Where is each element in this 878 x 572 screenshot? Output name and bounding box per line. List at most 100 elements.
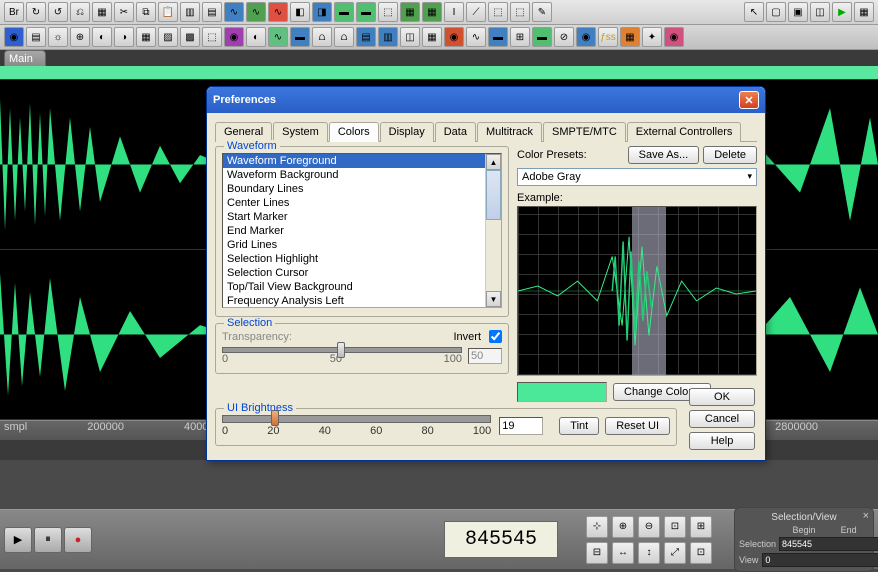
cancel-button[interactable]: Cancel xyxy=(689,410,755,428)
tool-btn[interactable]: ⬚ xyxy=(378,2,398,22)
view-begin-input[interactable] xyxy=(762,553,878,567)
tool-btn[interactable]: ◫ xyxy=(400,27,420,47)
copy-icon[interactable]: ⧉ xyxy=(136,2,156,22)
tool-btn[interactable]: ∿ xyxy=(224,2,244,22)
tool-btn-br[interactable]: Br xyxy=(4,2,24,22)
scrollbar[interactable]: ▲ ▼ xyxy=(485,154,501,307)
tool-btn[interactable]: ◐ xyxy=(246,27,266,47)
pencil-icon[interactable]: ✎ xyxy=(532,2,552,22)
close-icon[interactable]: × xyxy=(863,510,869,522)
tool-btn[interactable]: ◉ xyxy=(224,27,244,47)
text-cursor-icon[interactable]: I xyxy=(444,2,464,22)
list-item[interactable]: Waveform Background xyxy=(223,168,501,182)
tool-btn[interactable]: ◉ xyxy=(576,27,596,47)
tool-btn[interactable]: ▨ xyxy=(158,27,178,47)
tool-btn[interactable]: ∿ xyxy=(268,2,288,22)
tool-btn[interactable]: ƒss xyxy=(598,27,618,47)
tab-system[interactable]: System xyxy=(273,122,328,142)
tool-btn[interactable]: ⎌ xyxy=(70,2,90,22)
list-item[interactable]: End Marker xyxy=(223,224,501,238)
tool-btn[interactable]: ↻ xyxy=(26,2,46,22)
tool-btn[interactable]: ▬ xyxy=(334,2,354,22)
transparency-slider[interactable] xyxy=(222,347,462,353)
tool-btn[interactable]: ◫ xyxy=(810,2,830,22)
tool-btn[interactable]: ⊘ xyxy=(554,27,574,47)
tool-btn[interactable]: ☼ xyxy=(48,27,68,47)
tool-btn[interactable]: ▩ xyxy=(180,27,200,47)
tab-multitrack[interactable]: Multitrack xyxy=(477,122,542,142)
tool-btn[interactable]: ∿ xyxy=(268,27,288,47)
tool-btn[interactable]: ⬚ xyxy=(510,2,530,22)
list-item[interactable]: Selection Highlight xyxy=(223,252,501,266)
tool-btn[interactable]: ▦ xyxy=(422,27,442,47)
brightness-slider[interactable] xyxy=(222,415,491,423)
zoom-fit-icon[interactable]: ⊡ xyxy=(664,516,686,538)
tool-btn[interactable]: ▬ xyxy=(290,27,310,47)
tool-btn[interactable]: ⩍ xyxy=(312,27,332,47)
tool-btn[interactable]: ⊡ xyxy=(690,542,712,564)
help-button[interactable]: Help xyxy=(689,432,755,450)
waveform-listbox[interactable]: Waveform ForegroundWaveform BackgroundBo… xyxy=(222,153,502,308)
tool-btn[interactable]: ▥ xyxy=(180,2,200,22)
tab-smpte[interactable]: SMPTE/MTC xyxy=(543,122,626,142)
tool-btn[interactable]: ▤ xyxy=(26,27,46,47)
list-item[interactable]: Waveform Foreground xyxy=(223,154,501,168)
tool-btn[interactable]: ▦ xyxy=(136,27,156,47)
tool-btn[interactable]: ▦ xyxy=(854,2,874,22)
tool-btn[interactable]: ⩍ xyxy=(334,27,354,47)
cursor-icon[interactable]: ↖ xyxy=(744,2,764,22)
zoom-icon[interactable]: ⊹ xyxy=(586,516,608,538)
delete-button[interactable]: Delete xyxy=(703,146,757,164)
preset-combo[interactable]: Adobe Gray xyxy=(517,168,757,186)
tool-btn[interactable]: ▦ xyxy=(92,2,112,22)
scroll-up-icon[interactable]: ▲ xyxy=(486,154,501,170)
tool-btn[interactable]: ∿ xyxy=(466,27,486,47)
tool-btn[interactable]: ⟋ xyxy=(466,2,486,22)
invert-checkbox[interactable] xyxy=(489,330,502,343)
paste-icon[interactable]: 📋 xyxy=(158,2,178,22)
tool-btn[interactable]: ▦ xyxy=(400,2,420,22)
tool-btn[interactable]: ⊕ xyxy=(70,27,90,47)
tool-btn[interactable]: ∿ xyxy=(246,2,266,22)
tool-btn[interactable]: ↕ xyxy=(638,542,660,564)
play-button[interactable]: ▶ xyxy=(4,527,32,553)
tab-display[interactable]: Display xyxy=(380,122,434,142)
tool-btn[interactable]: ✦ xyxy=(642,27,662,47)
save-as-button[interactable]: Save As... xyxy=(628,146,700,164)
tool-btn[interactable]: ⬚ xyxy=(202,27,222,47)
timeline[interactable] xyxy=(0,66,878,80)
list-item[interactable]: Boundary Lines xyxy=(223,182,501,196)
tab-external[interactable]: External Controllers xyxy=(627,122,742,142)
zoom-out-icon[interactable]: ⊖ xyxy=(638,516,660,538)
tool-btn[interactable]: ◉ xyxy=(4,27,24,47)
tool-btn[interactable]: ◑ xyxy=(114,27,134,47)
list-item[interactable]: Frequency Analysis Left xyxy=(223,294,501,308)
tab-data[interactable]: Data xyxy=(435,122,476,142)
list-item[interactable]: Center Lines xyxy=(223,196,501,210)
tool-btn[interactable]: ▬ xyxy=(488,27,508,47)
tool-btn[interactable]: ↺ xyxy=(48,2,68,22)
tool-btn[interactable]: ⬚ xyxy=(488,2,508,22)
zoom-in-icon[interactable]: ⊕ xyxy=(612,516,634,538)
reset-ui-button[interactable]: Reset UI xyxy=(605,417,670,435)
tool-btn[interactable]: ◨ xyxy=(312,2,332,22)
brightness-value[interactable] xyxy=(499,417,543,435)
tool-btn[interactable]: ◐ xyxy=(92,27,112,47)
tool-btn[interactable]: ▢ xyxy=(766,2,786,22)
tool-btn[interactable]: ▤ xyxy=(356,27,376,47)
tool-btn[interactable]: ▬ xyxy=(356,2,376,22)
scroll-down-icon[interactable]: ▼ xyxy=(486,291,501,307)
zoom-sel-icon[interactable]: ⊞ xyxy=(690,516,712,538)
tint-button[interactable]: Tint xyxy=(559,417,599,435)
list-item[interactable]: Start Marker xyxy=(223,210,501,224)
cut-icon[interactable]: ✂ xyxy=(114,2,134,22)
titlebar[interactable]: Preferences ✕ xyxy=(207,87,765,113)
list-item[interactable]: Grid Lines xyxy=(223,238,501,252)
tool-btn[interactable]: ⤢ xyxy=(664,542,686,564)
record-button[interactable]: ● xyxy=(64,527,92,553)
tool-btn[interactable]: ◉ xyxy=(664,27,684,47)
play-icon[interactable]: ▶ xyxy=(832,2,852,22)
scroll-thumb[interactable] xyxy=(486,170,501,220)
tool-btn[interactable]: ◉ xyxy=(444,27,464,47)
tool-btn[interactable]: ▬ xyxy=(532,27,552,47)
